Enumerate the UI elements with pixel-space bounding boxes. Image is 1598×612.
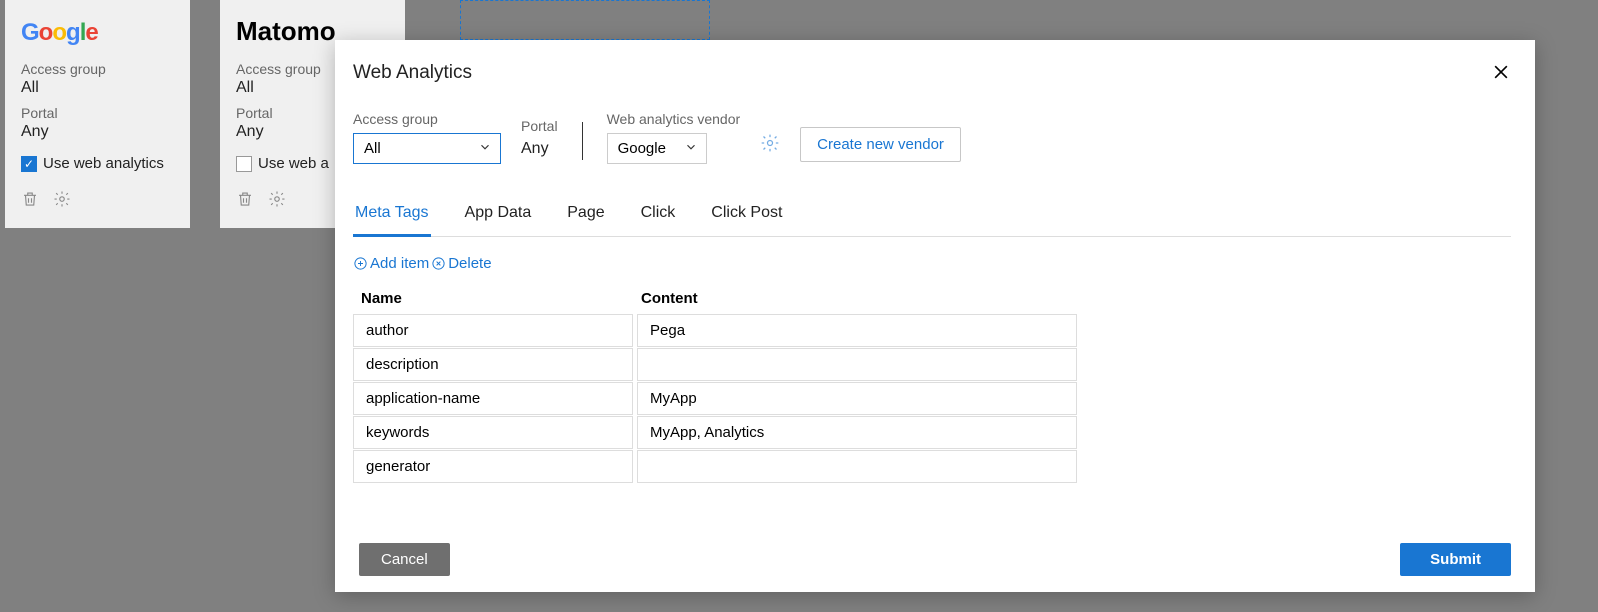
create-new-vendor-button[interactable]: Create new vendor bbox=[800, 127, 961, 162]
meta-tags-table: Name Content bbox=[353, 284, 1078, 483]
tab-app-data[interactable]: App Data bbox=[463, 204, 534, 236]
name-input[interactable] bbox=[364, 321, 622, 340]
name-input[interactable] bbox=[364, 355, 622, 374]
portal-value: Any bbox=[21, 123, 178, 141]
content-input[interactable] bbox=[648, 389, 1066, 408]
vendor-label: Web analytics vendor bbox=[607, 111, 741, 127]
modal-footer: Cancel Submit bbox=[359, 543, 1511, 576]
access-group-label: Access group bbox=[21, 61, 178, 77]
modal-tabs: Meta Tags App Data Page Click Click Post bbox=[353, 204, 1511, 237]
web-analytics-modal: Web Analytics Access group All Portal An… bbox=[335, 40, 1535, 592]
plus-circle-icon bbox=[353, 256, 368, 271]
vendor-settings-gear-icon[interactable] bbox=[760, 133, 780, 158]
chevron-down-icon bbox=[478, 140, 492, 158]
name-input[interactable] bbox=[364, 389, 622, 408]
tab-meta-tags[interactable]: Meta Tags bbox=[353, 204, 431, 237]
name-input[interactable] bbox=[364, 423, 622, 442]
cell-name[interactable] bbox=[353, 450, 633, 483]
cell-name[interactable] bbox=[353, 416, 633, 449]
cell-content[interactable] bbox=[637, 416, 1077, 449]
delete-label: Delete bbox=[448, 255, 491, 272]
close-icon[interactable] bbox=[1491, 62, 1511, 87]
portal-label: Portal bbox=[21, 105, 178, 121]
content-input[interactable] bbox=[648, 321, 1066, 340]
use-web-analytics-checkbox[interactable] bbox=[236, 156, 252, 172]
add-item-label: Add item bbox=[370, 255, 429, 272]
content-input[interactable] bbox=[648, 355, 1066, 374]
delete-button[interactable]: Delete bbox=[431, 255, 491, 272]
col-header-content: Content bbox=[633, 284, 1073, 313]
access-group-value: All bbox=[364, 140, 381, 157]
vendor-select[interactable]: Google bbox=[607, 133, 707, 164]
use-web-analytics-label: Use web a bbox=[258, 155, 329, 172]
cell-content[interactable] bbox=[637, 314, 1077, 347]
gear-icon[interactable] bbox=[53, 190, 71, 212]
modal-form-row: Access group All Portal Any Web analytic… bbox=[353, 111, 1511, 164]
modal-title: Web Analytics bbox=[353, 62, 472, 84]
vendor-value: Google bbox=[618, 140, 666, 157]
name-input[interactable] bbox=[364, 457, 622, 476]
table-row bbox=[353, 314, 1078, 347]
access-group-value: All bbox=[21, 79, 178, 97]
use-web-analytics-checkbox[interactable]: ✓ bbox=[21, 156, 37, 172]
content-input[interactable] bbox=[648, 457, 1066, 476]
chevron-down-icon bbox=[684, 140, 698, 158]
gear-icon[interactable] bbox=[268, 190, 286, 212]
cell-name[interactable] bbox=[353, 314, 633, 347]
cell-content[interactable] bbox=[637, 450, 1077, 483]
portal-label: Portal bbox=[521, 118, 558, 134]
vendor-card-google[interactable]: Google Access group All Portal Any ✓ Use… bbox=[5, 0, 190, 228]
tab-page[interactable]: Page bbox=[565, 204, 606, 236]
portal-value: Any bbox=[521, 140, 558, 164]
use-web-analytics-label: Use web analytics bbox=[43, 155, 164, 172]
access-group-label: Access group bbox=[353, 111, 501, 127]
table-row bbox=[353, 450, 1078, 483]
table-row bbox=[353, 348, 1078, 381]
trash-icon[interactable] bbox=[21, 190, 39, 212]
drop-target-outline bbox=[460, 0, 710, 40]
vertical-divider bbox=[582, 122, 583, 160]
cancel-button[interactable]: Cancel bbox=[359, 543, 450, 576]
table-toolbar: Add item Delete bbox=[353, 255, 1511, 272]
col-header-name: Name bbox=[353, 284, 633, 313]
cell-content[interactable] bbox=[637, 382, 1077, 415]
google-logo: Google bbox=[21, 16, 178, 47]
submit-button[interactable]: Submit bbox=[1400, 543, 1511, 576]
x-circle-icon bbox=[431, 256, 446, 271]
add-item-button[interactable]: Add item bbox=[353, 255, 429, 272]
content-input[interactable] bbox=[648, 423, 1066, 442]
cell-name[interactable] bbox=[353, 382, 633, 415]
table-row bbox=[353, 382, 1078, 415]
access-group-select[interactable]: All bbox=[353, 133, 501, 164]
cell-content[interactable] bbox=[637, 348, 1077, 381]
trash-icon[interactable] bbox=[236, 190, 254, 212]
tab-click-post[interactable]: Click Post bbox=[709, 204, 784, 236]
cell-name[interactable] bbox=[353, 348, 633, 381]
table-row bbox=[353, 416, 1078, 449]
tab-click[interactable]: Click bbox=[639, 204, 678, 236]
